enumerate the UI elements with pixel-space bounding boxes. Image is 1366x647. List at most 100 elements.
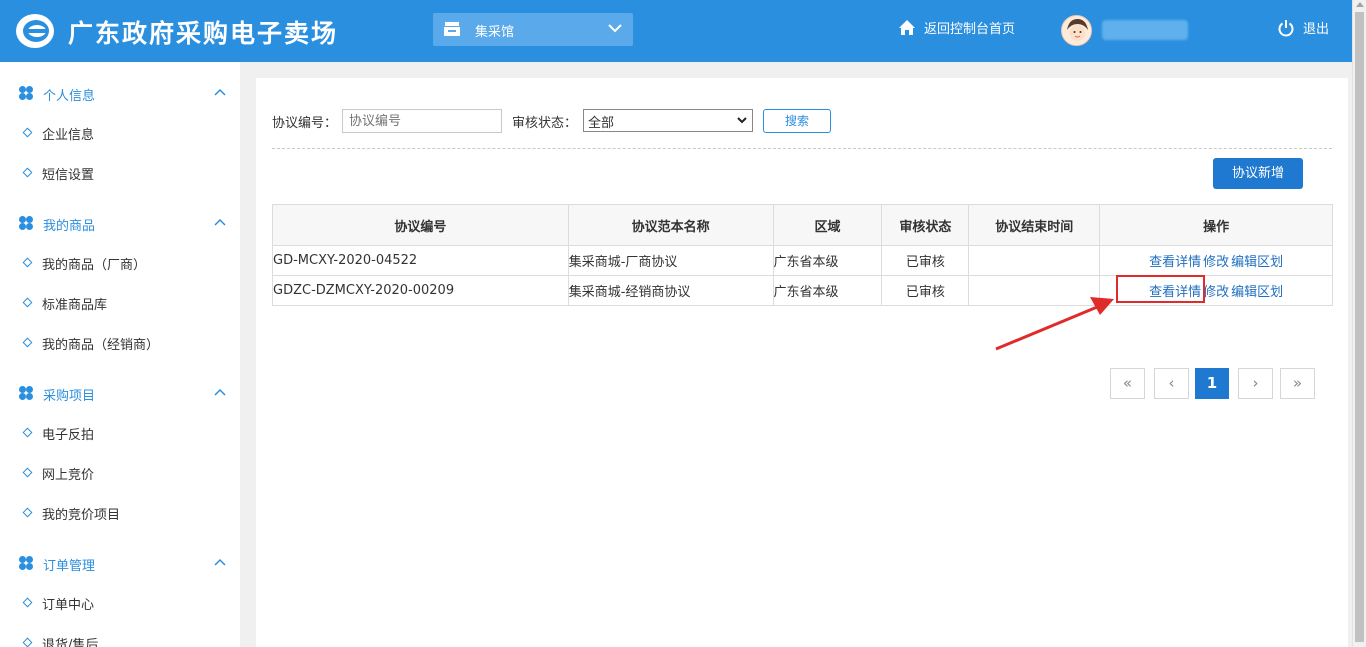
- avatar[interactable]: [1061, 15, 1092, 46]
- cell-review-status: 已审核: [881, 275, 970, 306]
- chevron-down-icon: [608, 24, 622, 33]
- diamond-bullet-icon: [22, 507, 33, 518]
- power-icon: [1278, 19, 1294, 36]
- site-logo-icon[interactable]: [14, 12, 56, 50]
- diamond-bullet-icon: [22, 257, 33, 268]
- sidebar-item-reverse-auction[interactable]: 电子反拍: [0, 417, 240, 447]
- pagination-first-button[interactable]: «: [1110, 368, 1145, 399]
- home-icon: [899, 20, 915, 35]
- home-link-label: 返回控制台首页: [924, 22, 1016, 37]
- cell-actions: 查看详情 修改 编辑区划: [1099, 245, 1333, 276]
- chevron-up-icon: [214, 218, 226, 226]
- cell-agreement-no: GDZC-DZMCXY-2020-00209: [272, 275, 569, 306]
- col-header-end-time: 协议结束时间: [968, 204, 1101, 246]
- sidebar-item-order-center[interactable]: 订单中心: [0, 587, 240, 617]
- hall-selector-label: 集采馆: [475, 25, 515, 40]
- cell-region: 广东省本级: [772, 245, 883, 276]
- sidebar-item-label: 企业信息: [42, 128, 95, 143]
- review-status-value: 全部: [588, 116, 615, 131]
- sidebar-section-label: 个人信息: [43, 89, 96, 104]
- sidebar-item-my-products-distributor[interactable]: 我的商品（经销商）: [0, 327, 240, 357]
- sidebar: 个人信息 企业信息 短信设置 我的商品 我的商品（厂商） 标准商品库 我的商品（…: [0, 62, 240, 647]
- sidebar-item-online-bidding[interactable]: 网上竞价: [0, 457, 240, 487]
- sidebar-section-label: 我的商品: [43, 219, 96, 234]
- sidebar-section-procurement[interactable]: 采购项目: [0, 368, 240, 408]
- diamond-bullet-icon: [22, 637, 33, 647]
- review-status-select[interactable]: 全部: [583, 109, 753, 132]
- edit-region-link[interactable]: 编辑区划: [1231, 285, 1283, 300]
- diamond-bullet-icon: [22, 597, 33, 608]
- scroll-up-arrow-icon[interactable]: [1356, 2, 1364, 7]
- col-header-region: 区域: [772, 204, 883, 246]
- diamond-bullet-icon: [22, 467, 33, 478]
- diamond-bullet-icon: [22, 127, 33, 138]
- site-title: 广东政府采购电子卖场: [68, 19, 339, 48]
- hall-selector[interactable]: 集采馆: [433, 13, 633, 46]
- col-header-agreement-no: 协议编号: [272, 204, 569, 246]
- sidebar-item-label: 标准商品库: [42, 298, 108, 313]
- home-link[interactable]: 返回控制台首页: [898, 18, 1015, 37]
- cell-review-status: 已审核: [881, 245, 970, 276]
- clover-icon: [19, 86, 33, 100]
- chevron-down-icon: [737, 117, 747, 124]
- annotation-arrow-icon: [995, 297, 1114, 351]
- diamond-bullet-icon: [22, 337, 33, 348]
- cell-template-name: 集采商城-经销商协议: [567, 275, 774, 306]
- cell-template-name: 集采商城-厂商协议: [567, 245, 774, 276]
- sidebar-item-label: 电子反拍: [42, 428, 95, 443]
- main-panel: [256, 78, 1348, 647]
- sidebar-item-label: 我的商品（经销商）: [42, 338, 160, 353]
- pagination-last-button[interactable]: »: [1280, 368, 1315, 399]
- sidebar-item-label: 订单中心: [42, 598, 95, 613]
- sidebar-item-label: 退货/售后: [42, 638, 99, 647]
- agreement-no-label: 协议编号：: [272, 116, 338, 131]
- diamond-bullet-icon: [22, 427, 33, 438]
- edit-link[interactable]: 修改: [1203, 285, 1229, 300]
- edit-region-link[interactable]: 编辑区划: [1231, 255, 1283, 270]
- sidebar-section-personal-info[interactable]: 个人信息: [0, 68, 240, 108]
- sidebar-item-my-bidding-projects[interactable]: 我的竞价项目: [0, 497, 240, 527]
- sidebar-item-returns[interactable]: 退货/售后: [0, 627, 240, 647]
- search-button[interactable]: 搜索: [763, 109, 831, 133]
- pagination-prev-button[interactable]: ‹: [1154, 368, 1189, 399]
- edit-link[interactable]: 修改: [1203, 255, 1229, 270]
- sidebar-section-label: 订单管理: [43, 559, 96, 574]
- divider: [272, 148, 1332, 149]
- col-header-actions: 操作: [1099, 204, 1333, 246]
- clover-icon: [19, 216, 33, 230]
- sidebar-item-standard-product-library[interactable]: 标准商品库: [0, 287, 240, 317]
- sidebar-section-label: 采购项目: [43, 389, 96, 404]
- col-header-review-status: 审核状态: [881, 204, 970, 246]
- sidebar-section-order-management[interactable]: 订单管理: [0, 538, 240, 578]
- cell-agreement-no: GD-MCXY-2020-04522: [272, 245, 569, 276]
- view-details-link[interactable]: 查看详情: [1149, 255, 1201, 270]
- user-avatar-icon: [1062, 16, 1091, 45]
- sidebar-item-my-products-manufacturer[interactable]: 我的商品（厂商）: [0, 247, 240, 277]
- col-header-template-name: 协议范本名称: [567, 204, 774, 246]
- store-icon: [444, 22, 460, 36]
- logout-button[interactable]: 退出: [1277, 18, 1329, 37]
- sidebar-item-sms-settings[interactable]: 短信设置: [0, 157, 240, 187]
- chevron-up-icon: [214, 388, 226, 396]
- sidebar-item-label: 网上竞价: [42, 468, 95, 483]
- chevron-up-icon: [214, 558, 226, 566]
- diamond-bullet-icon: [22, 297, 33, 308]
- agreement-no-input[interactable]: [342, 109, 502, 133]
- username-redacted: [1102, 20, 1188, 40]
- pagination-next-button[interactable]: ›: [1238, 368, 1273, 399]
- diamond-bullet-icon: [22, 167, 33, 178]
- pagination-page-1[interactable]: 1: [1195, 368, 1229, 399]
- cell-region: 广东省本级: [772, 275, 883, 306]
- clover-icon: [19, 386, 33, 400]
- top-header: 广东政府采购电子卖场 集采馆 返回控制台首页 退出: [0, 0, 1352, 62]
- add-agreement-button[interactable]: 协议新增: [1213, 158, 1303, 189]
- scrollbar-thumb[interactable]: [1355, 12, 1364, 642]
- sidebar-item-company-info[interactable]: 企业信息: [0, 117, 240, 147]
- annotation-highlight-box: [1116, 275, 1205, 303]
- table-row: GD-MCXY-2020-04522 集采商城-厂商协议 广东省本级 已审核 查…: [272, 245, 1333, 276]
- table-header-row: 协议编号 协议范本名称 区域 审核状态 协议结束时间 操作: [272, 204, 1333, 246]
- logout-label: 退出: [1303, 22, 1330, 37]
- page-scrollbar[interactable]: [1352, 0, 1366, 647]
- sidebar-section-my-products[interactable]: 我的商品: [0, 198, 240, 238]
- review-status-label: 审核状态：: [512, 116, 578, 131]
